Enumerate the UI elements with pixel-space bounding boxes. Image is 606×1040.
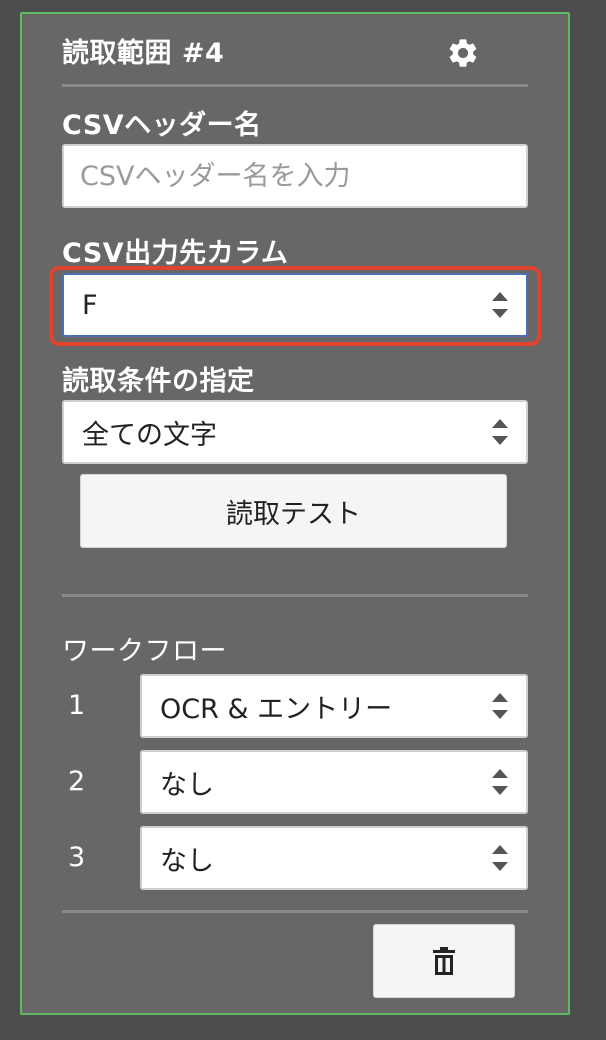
csv-column-value: F bbox=[82, 289, 98, 321]
read-test-button[interactable]: 読取テスト bbox=[80, 474, 507, 548]
select-arrows-icon bbox=[492, 419, 508, 445]
panel-title: 読取範囲 #4 bbox=[62, 38, 225, 69]
divider bbox=[62, 594, 528, 597]
read-condition-select[interactable]: 全ての文字 bbox=[62, 400, 528, 464]
select-arrows-icon bbox=[492, 693, 508, 719]
read-condition-label: 読取条件の指定 bbox=[62, 366, 255, 397]
workflow-step-value: なし bbox=[160, 845, 214, 877]
gear-icon[interactable] bbox=[446, 36, 480, 70]
workflow-step-value: OCR & エントリー bbox=[160, 693, 393, 725]
divider bbox=[62, 84, 528, 87]
workflow-step-3-select[interactable]: なし bbox=[140, 826, 528, 890]
workflow-label: ワークフロー bbox=[62, 636, 227, 667]
workflow-step-1-select[interactable]: OCR & エントリー bbox=[140, 674, 528, 738]
csv-column-select[interactable]: F bbox=[62, 273, 528, 337]
read-condition-value: 全ての文字 bbox=[82, 419, 217, 451]
divider bbox=[62, 910, 528, 913]
select-arrows-icon bbox=[492, 769, 508, 795]
delete-button[interactable] bbox=[373, 924, 515, 998]
csv-header-input[interactable] bbox=[62, 144, 528, 208]
workflow-step-number: 2 bbox=[68, 766, 86, 797]
workflow-step-number: 3 bbox=[68, 842, 86, 873]
csv-header-label: CSVヘッダー名 bbox=[62, 110, 262, 141]
trash-icon bbox=[433, 947, 455, 975]
workflow-step-2-select[interactable]: なし bbox=[140, 750, 528, 814]
workflow-step-number: 1 bbox=[68, 690, 86, 721]
select-arrows-icon bbox=[492, 292, 508, 318]
workflow-step-value: なし bbox=[160, 769, 214, 801]
select-arrows-icon bbox=[492, 845, 508, 871]
